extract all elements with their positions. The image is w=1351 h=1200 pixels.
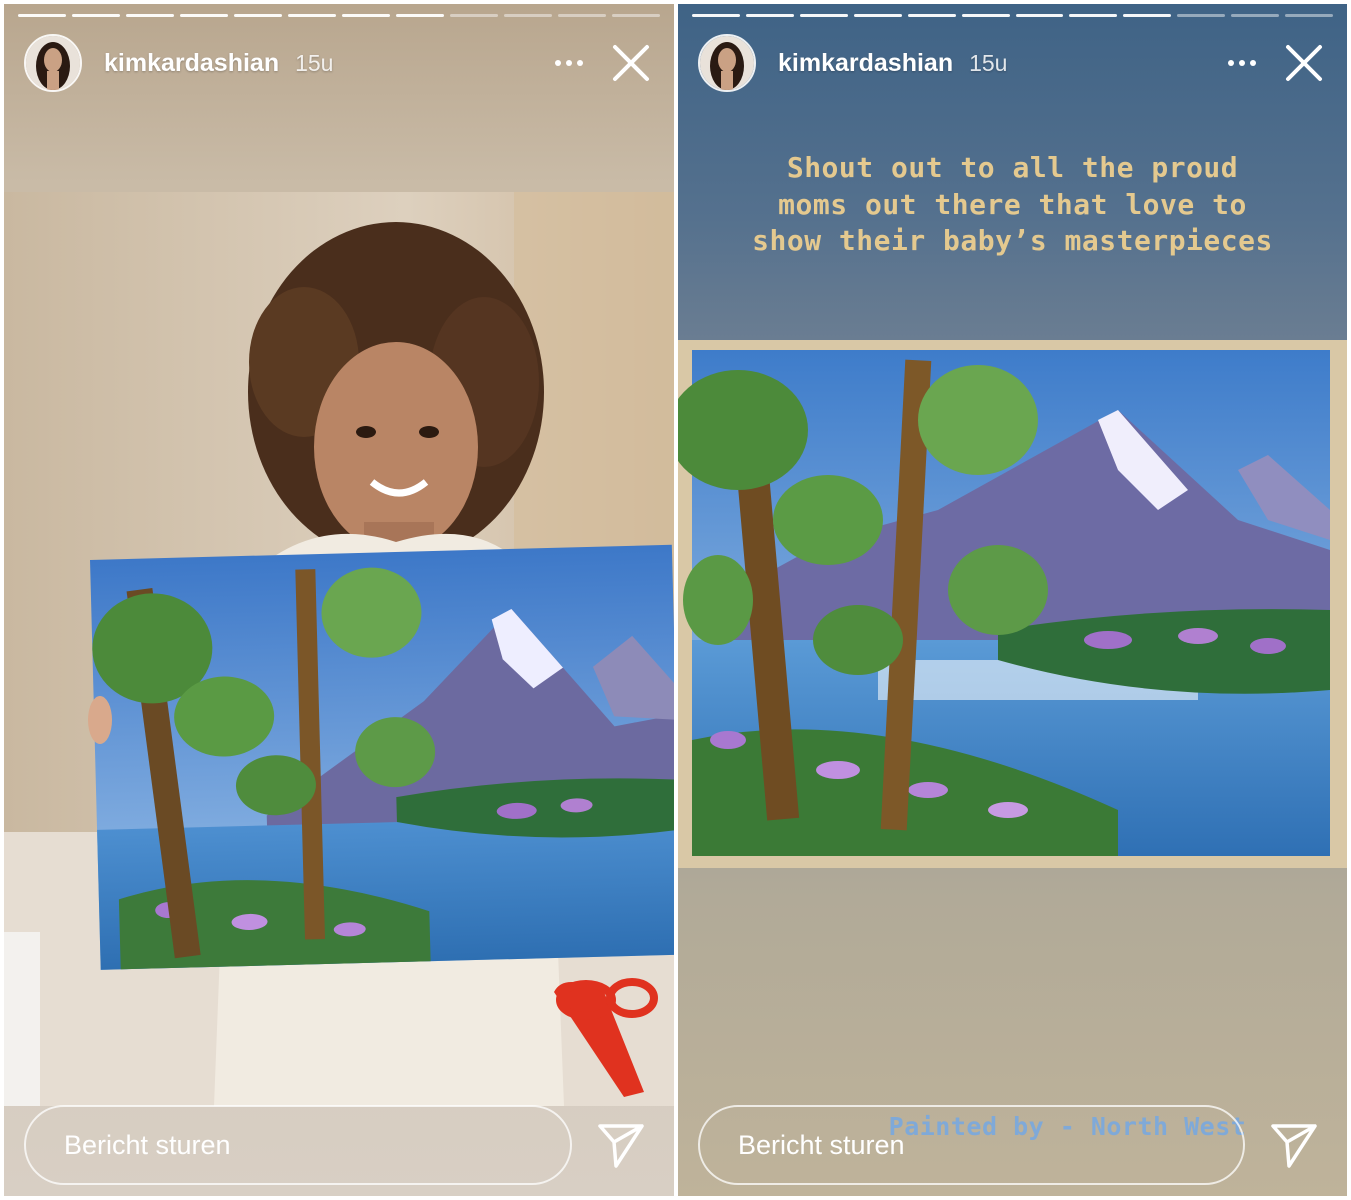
close-icon[interactable] <box>602 34 660 92</box>
paper-plane-icon[interactable] <box>1267 1118 1321 1172</box>
progress-segment <box>558 14 606 17</box>
more-horizontal-icon <box>555 60 561 66</box>
progress-segment <box>18 14 66 17</box>
more-options-button[interactable] <box>542 43 596 83</box>
more-options-button[interactable] <box>1215 43 1269 83</box>
painting-photo <box>678 340 1347 868</box>
more-dot <box>1239 60 1245 66</box>
username[interactable]: kimkardashian <box>778 49 953 78</box>
avatar[interactable] <box>24 34 82 92</box>
message-input-placeholder: Bericht sturen <box>64 1129 231 1160</box>
message-input[interactable]: Bericht sturen <box>24 1105 572 1185</box>
progress-segment <box>1177 14 1226 17</box>
progress-segment <box>72 14 120 17</box>
progress-segment <box>1231 14 1280 17</box>
message-input[interactable]: Bericht sturen <box>698 1105 1245 1185</box>
progress-segment <box>745 14 794 17</box>
close-icon[interactable] <box>1275 34 1333 92</box>
progress-segment <box>450 14 498 17</box>
progress-segment <box>1123 14 1172 17</box>
progress-segment <box>396 14 444 17</box>
username[interactable]: kimkardashian <box>104 49 279 78</box>
progress-segment <box>612 14 660 17</box>
progress-segment <box>961 14 1010 17</box>
progress-segment <box>180 14 228 17</box>
post-time: 15u <box>295 49 334 76</box>
story-caption: Shout out to all the proud moms out ther… <box>752 151 1273 257</box>
progress-segment <box>907 14 956 17</box>
story-header: kimkardashian 15u <box>24 32 660 94</box>
story-header: kimkardashian 15u <box>698 32 1333 94</box>
progress-segment <box>234 14 282 17</box>
progress-segment <box>1069 14 1118 17</box>
more-dot <box>1250 60 1256 66</box>
story-progress-bar <box>18 14 660 18</box>
progress-segment <box>342 14 390 17</box>
progress-segment <box>692 14 740 17</box>
more-dot <box>566 60 572 66</box>
progress-segment <box>288 14 336 17</box>
progress-segment <box>504 14 552 17</box>
progress-segment <box>126 14 174 17</box>
progress-segment <box>799 14 848 17</box>
post-time: 15u <box>969 49 1008 76</box>
progress-segment <box>1015 14 1064 17</box>
message-input-placeholder: Bericht sturen <box>738 1129 905 1160</box>
reply-bar: Bericht sturen <box>24 1104 660 1186</box>
story-progress-bar <box>692 14 1334 18</box>
story-panel-left[interactable]: kimkardashian 15u Bericht sturen <box>4 4 674 1196</box>
reply-bar: Bericht sturen <box>698 1104 1333 1186</box>
story-photo <box>4 192 674 1106</box>
more-horizontal-icon <box>1228 60 1234 66</box>
more-dot <box>577 60 583 66</box>
progress-segment <box>1285 14 1334 17</box>
paper-plane-icon[interactable] <box>594 1118 648 1172</box>
avatar[interactable] <box>698 34 756 92</box>
progress-segment <box>853 14 902 17</box>
story-panel-right[interactable]: kimkardashian 15u Shout out to all the p… <box>678 4 1347 1196</box>
